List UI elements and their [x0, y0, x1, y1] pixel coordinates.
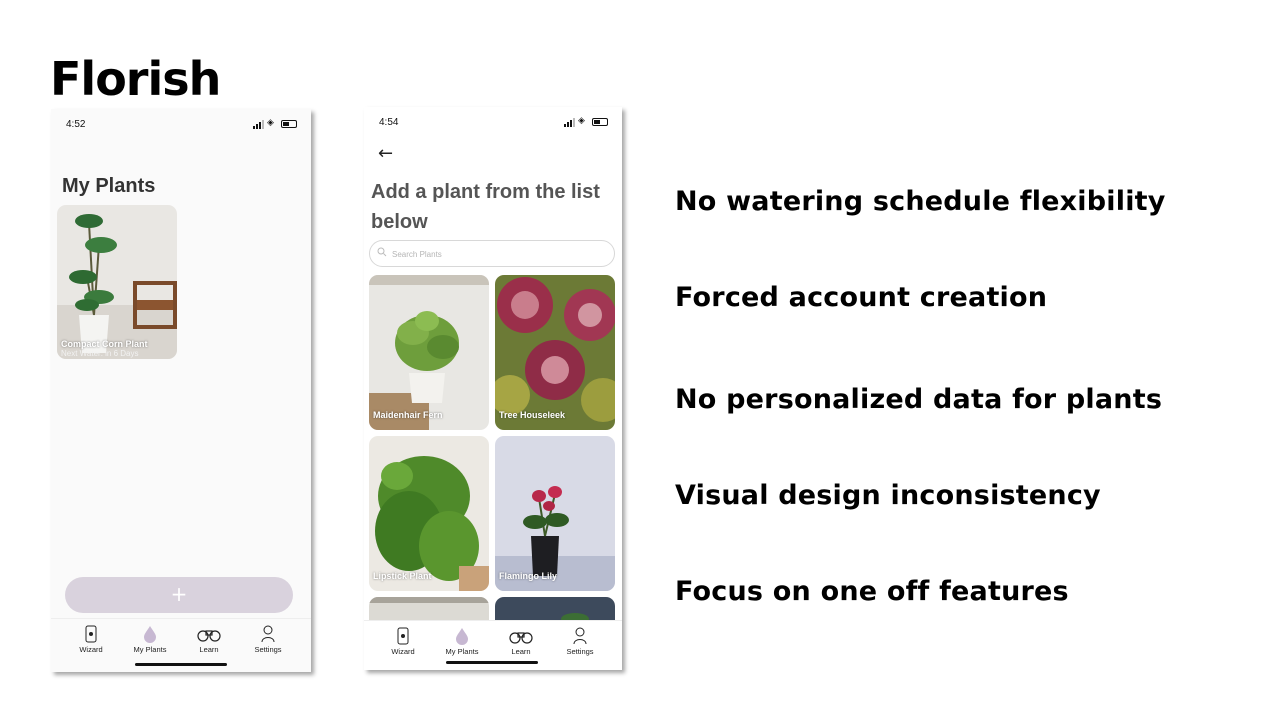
plant-photo	[369, 275, 489, 430]
tab-label: Settings	[566, 647, 594, 656]
next-water-text: Next Water: in 6 Days	[61, 349, 139, 358]
plant-name: Lipstick Plant	[373, 571, 432, 581]
my-plants-screen: 4:52 ◈ My Plants Compact Corn Plant Next…	[51, 109, 311, 672]
add-plant-button[interactable]: +	[65, 577, 293, 613]
tab-label: Learn	[511, 647, 531, 656]
tab-label: Learn	[199, 645, 219, 654]
tab-label: Wizard	[79, 645, 103, 654]
phone-icon	[397, 627, 409, 645]
home-indicator	[135, 663, 227, 666]
tab-wizard[interactable]: Wizard	[66, 625, 116, 654]
plant-name: Compact Corn Plant	[61, 339, 148, 349]
status-icons: ◈	[564, 116, 610, 127]
battery-icon	[281, 120, 297, 128]
signal-icon	[564, 124, 566, 127]
search-bar[interactable]	[369, 240, 615, 267]
binoculars-icon	[197, 630, 221, 642]
wifi-icon: ◈	[578, 116, 585, 126]
plant-name: Maidenhair Fern	[373, 410, 443, 420]
finding-item: Forced account creation	[675, 282, 1048, 313]
wifi-icon: ◈	[267, 118, 274, 128]
plant-card-lipstick-plant[interactable]: Lipstick Plant	[369, 436, 489, 591]
plant-card-compact-corn-plant[interactable]: Compact Corn Plant Next Water: in 6 Days	[57, 205, 177, 359]
tab-learn[interactable]: Learn	[496, 627, 546, 656]
plant-name: Flamingo Lily	[499, 571, 558, 581]
battery-icon	[592, 118, 608, 126]
signal-icon	[253, 126, 255, 129]
tab-label: Wizard	[391, 647, 415, 656]
tab-my-plants[interactable]: My Plants	[125, 625, 175, 654]
slide-title: Florish	[50, 52, 221, 106]
back-arrow-icon[interactable]: ←	[378, 143, 393, 164]
status-time: 4:54	[379, 117, 399, 128]
plant-card-tree-houseleek[interactable]: Tree Houseleek	[495, 275, 615, 430]
plant-photo	[57, 205, 177, 359]
status-time: 4:52	[66, 119, 86, 130]
person-icon	[573, 627, 587, 645]
tab-settings[interactable]: Settings	[555, 627, 605, 656]
plant-card-maidenhair-fern[interactable]: Maidenhair Fern	[369, 275, 489, 430]
home-indicator	[446, 661, 538, 664]
page-title: Add a plant from the list below	[371, 181, 600, 233]
tab-bar: Wizard My Plants Learn Settings	[51, 618, 311, 672]
search-input[interactable]	[392, 245, 602, 263]
phone-icon	[85, 625, 97, 643]
plant-name: Tree Houseleek	[499, 410, 566, 420]
page-title: My Plants	[62, 175, 156, 197]
water-drop-icon	[456, 628, 468, 645]
tab-learn[interactable]: Learn	[184, 625, 234, 654]
tab-label: My Plants	[445, 647, 479, 656]
finding-item: No personalized data for plants	[675, 384, 1163, 415]
status-bar: 4:52 ◈	[51, 109, 311, 139]
plant-photo	[495, 275, 615, 430]
finding-item: No watering schedule flexibility	[675, 186, 1166, 217]
tab-bar: Wizard My Plants Learn Settings	[364, 620, 622, 670]
finding-item: Focus on one off features	[675, 576, 1069, 607]
tab-wizard[interactable]: Wizard	[378, 627, 428, 656]
plant-photo	[495, 436, 615, 591]
tab-label: Settings	[254, 645, 282, 654]
add-plant-screen: 4:54 ◈ ← Add a plant from the list below	[364, 107, 622, 670]
finding-item: Visual design inconsistency	[675, 480, 1101, 511]
plant-card-flamingo-lily[interactable]: Flamingo Lily	[495, 436, 615, 591]
water-drop-icon	[144, 626, 156, 643]
search-icon	[377, 247, 387, 257]
status-icons: ◈	[253, 118, 299, 129]
person-icon	[261, 625, 275, 643]
status-bar: 4:54 ◈	[364, 107, 622, 137]
plant-photo	[369, 436, 489, 591]
tab-label: My Plants	[133, 645, 167, 654]
tab-settings[interactable]: Settings	[243, 625, 293, 654]
tab-my-plants[interactable]: My Plants	[437, 627, 487, 656]
binoculars-icon	[509, 632, 533, 644]
